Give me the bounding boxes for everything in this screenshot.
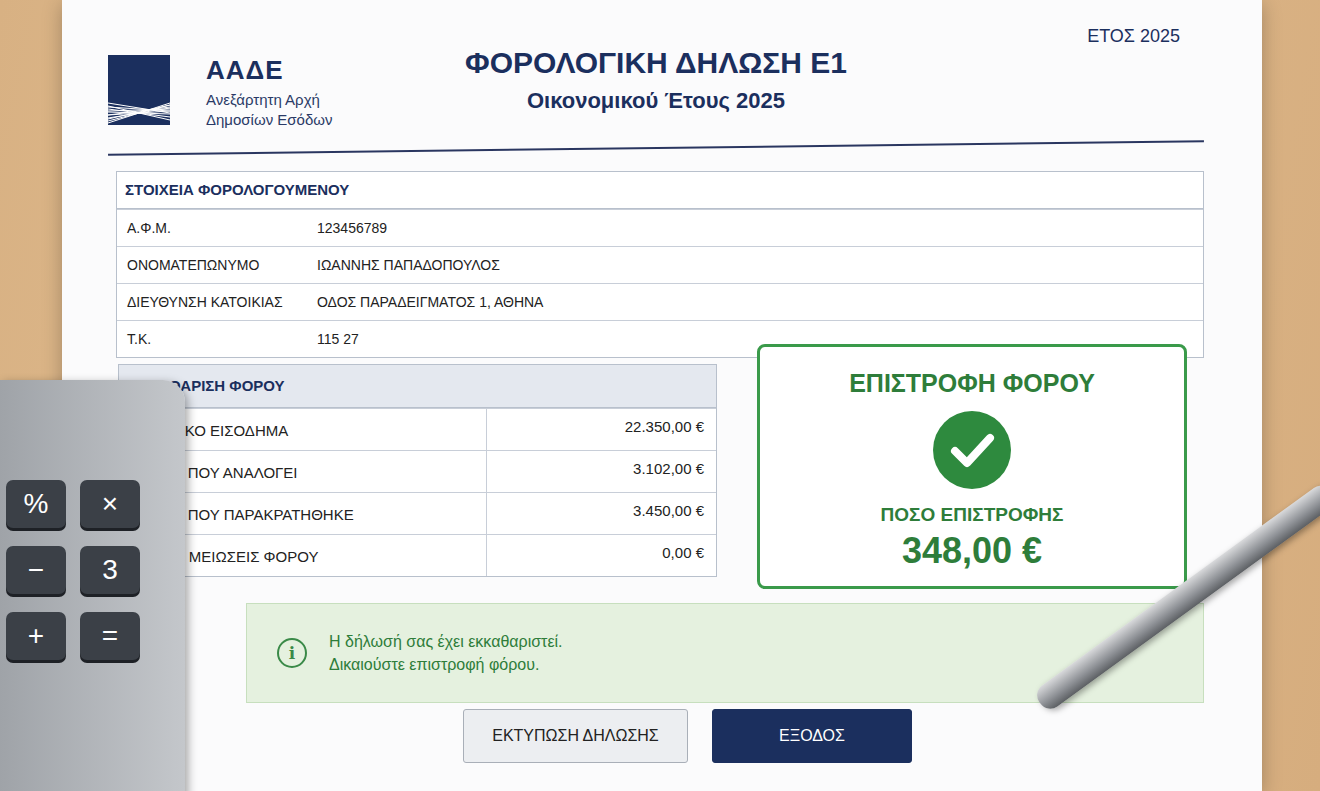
- settlement-value: 0,00 €: [487, 535, 716, 576]
- notice-text: Η δήλωσή σας έχει εκκαθαριστεί.Δικαιούστ…: [329, 630, 563, 676]
- settlement-table: ΕΚΚΑΘΑΡΙΣΗ ΦΟΡΟΥΣΥΝΟΛΙΚΟ ΕΙΣΟΔΗΜΑ22.350,…: [118, 364, 717, 577]
- logo-text: ΑΑΔΕ Ανεξάρτητη ΑρχήΔημοσίων Εσόδων: [206, 55, 332, 129]
- field-label: Τ.Κ.: [117, 331, 313, 347]
- settlement-heading: ΕΚΚΑΘΑΡΙΣΗ ΦΟΡΟΥ: [119, 365, 716, 408]
- form-title: ΦΟΡΟΛΟΓΙΚΗ ΔΗΛΩΣΗ Ε1: [465, 46, 847, 80]
- calculator-key[interactable]: ×: [80, 480, 140, 528]
- calculator-key[interactable]: 3: [80, 546, 140, 594]
- settlement-value: 22.350,00 €: [487, 409, 716, 450]
- field-value: ΟΔΟΣ ΠΑΡΑΔΕΙΓΜΑΤΟΣ 1, ΑΘΗΝΑ: [313, 294, 543, 310]
- logo-title: ΑΑΔΕ: [206, 55, 332, 86]
- aade-logo: ΑΑΔΕ Ανεξάρτητη ΑρχήΔημοσίων Εσόδων: [108, 26, 465, 129]
- aade-logo-icon: [108, 55, 170, 125]
- field-label: ΟΝΟΜΑΤΕΠΩΝΥΜΟ: [117, 257, 313, 273]
- refund-card: ΕΠΙΣΤΡΟΦΗ ΦΟΡΟΥ ΠΟΣΟ ΕΠΙΣΤΡΟΦΗΣ 348,00 €: [757, 344, 1187, 589]
- logo-subtitle-line: Ανεξάρτητη Αρχή: [206, 90, 332, 110]
- taxpayer-row: ΔΙΕΥΘΥΝΣΗ ΚΑΤΟΙΚΙΑΣΟΔΟΣ ΠΑΡΑΔΕΙΓΜΑΤΟΣ 1,…: [117, 283, 1203, 320]
- refund-label: ΠΟΣΟ ΕΠΙΣΤΡΟΦΗΣ: [881, 504, 1064, 526]
- header-rule: [108, 140, 1204, 155]
- taxpayer-heading: ΣΤΟΙΧΕΙΑ ΦΟΡΟΛΟΓΟΥΜΕΝΟΥ: [117, 172, 1203, 209]
- taxpayer-row: Α.Φ.Μ.123456789: [117, 209, 1203, 246]
- field-value: ΙΩΑΝΝΗΣ ΠΑΠΑΔΟΠΟΥΛΟΣ: [313, 257, 500, 273]
- exit-button[interactable]: ΕΞΟΔΟΣ: [712, 709, 912, 763]
- settlement-row: ΦΟΡΟΣ ΠΟΥ ΑΝΑΛΟΓΕΙ3.102,00 €: [119, 450, 716, 492]
- button-label: ΕΞΟΔΟΣ: [779, 727, 845, 745]
- field-value: 115 27: [313, 331, 359, 347]
- settlement-row: ΣΥΝΟΛΙΚΟ ΕΙΣΟΔΗΜΑ22.350,00 €: [119, 408, 716, 450]
- logo-subtitle: Ανεξάρτητη ΑρχήΔημοσίων Εσόδων: [206, 90, 332, 129]
- settlement-value: 3.102,00 €: [487, 451, 716, 492]
- notice-line: Δικαιούστε επιστροφή φόρου.: [329, 653, 563, 676]
- settlement-row: ΦΟΡΟΣ ΠΟΥ ΠΑΡΑΚΡΑΤΗΘΗΚΕ3.450,00 €: [119, 492, 716, 534]
- calculator-key[interactable]: +: [6, 612, 66, 660]
- calculator-key[interactable]: %: [6, 480, 66, 528]
- button-row: ΕΚΤΥΠΩΣΗ ΔΗΛΩΣΗΣ ΕΞΟΔΟΣ: [463, 709, 1204, 763]
- refund-title: ΕΠΙΣΤΡΟΦΗ ΦΟΡΟΥ: [849, 369, 1095, 398]
- info-icon: i: [277, 638, 307, 668]
- refund-amount: 348,00 €: [902, 530, 1042, 572]
- settlement-row: ΛΟΙΠΕΣ ΜΕΙΩΣΕΙΣ ΦΟΡΟΥ0,00 €: [119, 534, 716, 576]
- notice-line: Η δήλωσή σας έχει εκκαθαριστεί.: [329, 630, 563, 653]
- form-subtitle: Οικονομικού Έτους 2025: [465, 88, 847, 114]
- settlement-section: ΕΚΚΑΘΑΡΙΣΗ ΦΟΡΟΥΣΥΝΟΛΙΚΟ ΕΙΣΟΔΗΜΑ22.350,…: [118, 358, 1204, 589]
- button-label: ΕΚΤΥΠΩΣΗ ΔΗΛΩΣΗΣ: [492, 727, 659, 745]
- calculator-key[interactable]: −: [6, 546, 66, 594]
- calculator-key[interactable]: =: [80, 612, 140, 660]
- calculator: % ×−3 + =: [0, 380, 185, 791]
- print-button[interactable]: ΕΚΤΥΠΩΣΗ ΔΗΛΩΣΗΣ: [463, 709, 688, 763]
- field-label: Α.Φ.Μ.: [117, 220, 313, 236]
- title-block: ΦΟΡΟΛΟΓΙΚΗ ΔΗΛΩΣΗ Ε1 Οικονομικού Έτους 20…: [465, 26, 847, 114]
- field-value: 123456789: [313, 220, 387, 236]
- taxpayer-row: ΟΝΟΜΑΤΕΠΩΝΥΜΟΙΩΑΝΝΗΣ ΠΑΠΑΔΟΠΟΥΛΟΣ: [117, 246, 1203, 283]
- document-header: ΑΑΔΕ Ανεξάρτητη ΑρχήΔημοσίων Εσόδων ΦΟΡΟΛΟ…: [108, 26, 1204, 129]
- field-label: ΔΙΕΥΘΥΝΣΗ ΚΑΤΟΙΚΙΑΣ: [117, 294, 313, 310]
- year-label: ΕΤΟΣ 2025: [847, 26, 1204, 47]
- taxpayer-table: ΣΤΟΙΧΕΙΑ ΦΟΡΟΛΟΓΟΥΜΕΝΟΥΑ.Φ.Μ.123456789ΟΝ…: [116, 171, 1204, 358]
- logo-subtitle-line: Δημοσίων Εσόδων: [206, 110, 332, 130]
- check-icon: [932, 410, 1012, 490]
- settlement-value: 3.450,00 €: [487, 493, 716, 534]
